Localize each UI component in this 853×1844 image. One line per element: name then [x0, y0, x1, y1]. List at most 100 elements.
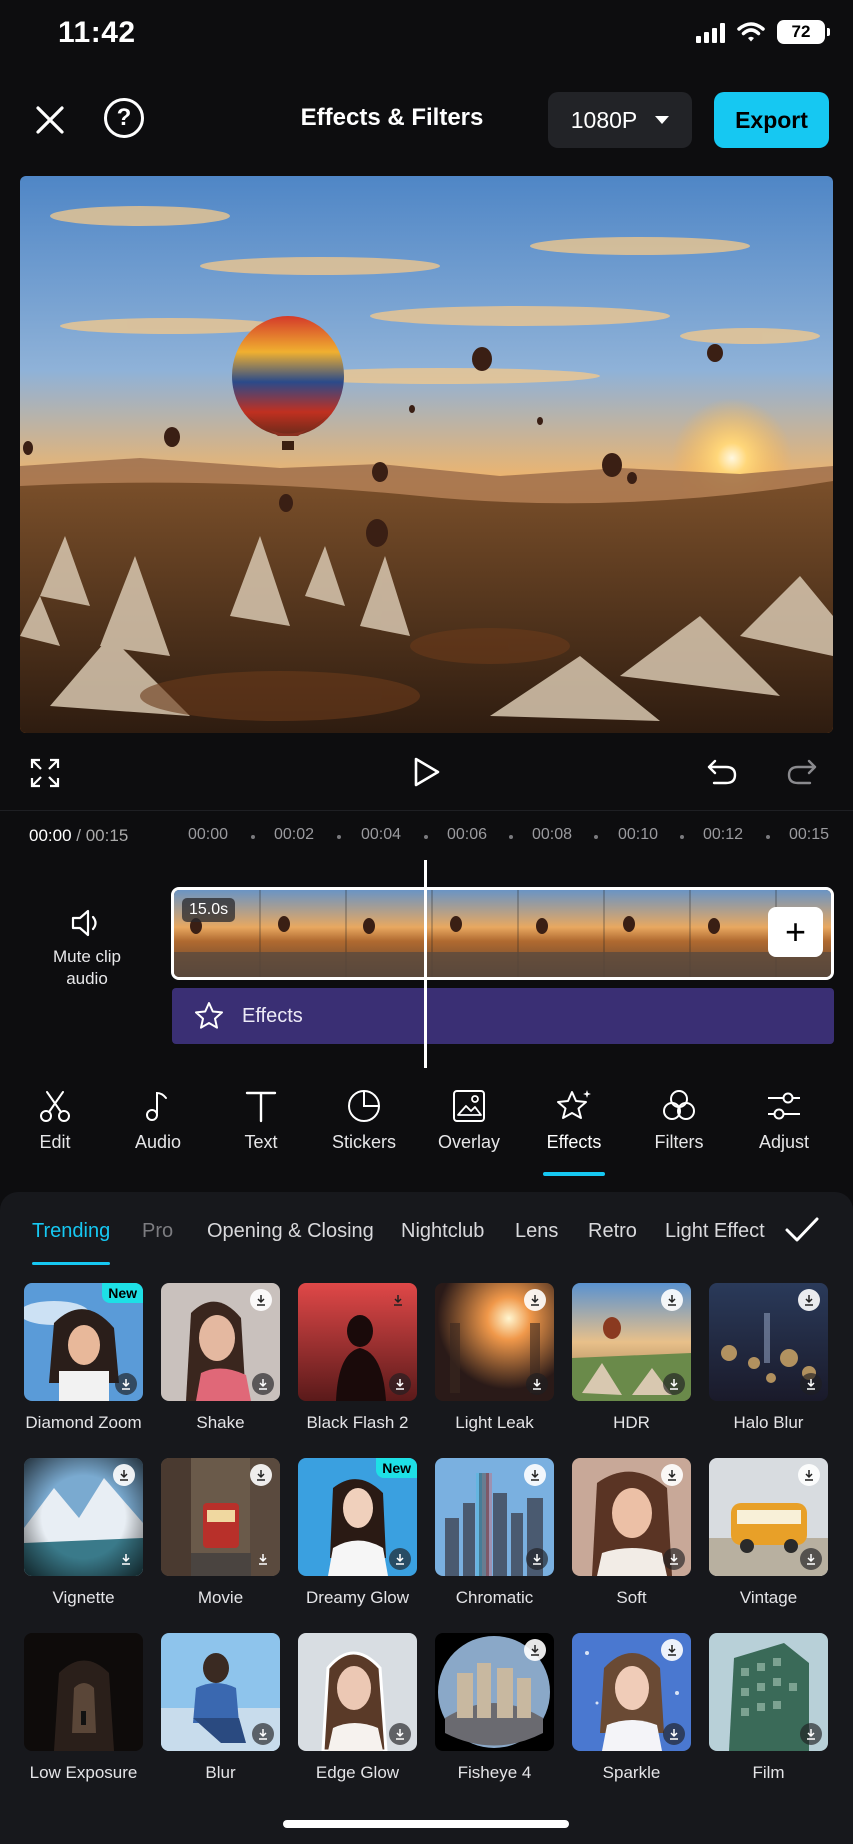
- ruler-dot: [337, 835, 341, 839]
- tab-light-effect[interactable]: Light Effect: [665, 1220, 765, 1243]
- status-bar: 11:42 72: [0, 0, 853, 70]
- download-icon: [252, 1548, 274, 1570]
- download-icon: [800, 1548, 822, 1570]
- download-icon: [663, 1723, 685, 1745]
- sparkle-star-icon: [557, 1090, 591, 1119]
- effect-label: Blur: [205, 1763, 236, 1782]
- effect-label: Vignette: [52, 1588, 115, 1607]
- tool-label: Effects: [546, 1132, 602, 1152]
- redo-icon[interactable]: [786, 757, 818, 787]
- effect-halo-blur[interactable]: Halo Blur: [709, 1283, 828, 1433]
- download-icon: [661, 1639, 683, 1661]
- play-icon[interactable]: [410, 756, 442, 788]
- effect-label: Film: [752, 1763, 785, 1782]
- fullscreen-icon[interactable]: [30, 758, 60, 788]
- effect-blur[interactable]: Blur: [161, 1633, 280, 1783]
- ruler-dot: [251, 835, 255, 839]
- export-button[interactable]: Export: [714, 92, 829, 148]
- tool-overlay[interactable]: Overlay: [419, 1088, 519, 1153]
- tool-label: Adjust: [758, 1132, 810, 1152]
- effect-label: Dreamy Glow: [306, 1588, 409, 1607]
- ruler-dot: [680, 835, 684, 839]
- mute-clip-audio-button[interactable]: Mute clip audio: [40, 908, 134, 990]
- download-icon: [389, 1548, 411, 1570]
- effect-thumbnail: New: [298, 1458, 417, 1576]
- effect-shake[interactable]: Shake: [161, 1283, 280, 1433]
- effect-label: Vintage: [739, 1588, 798, 1607]
- effects-track-label: Effects: [242, 1004, 303, 1027]
- tool-audio[interactable]: Audio: [108, 1088, 208, 1153]
- video-clip-strip[interactable]: 15.0s: [171, 887, 834, 980]
- mute-label: Mute clip audio: [52, 947, 122, 988]
- effect-fisheye-4[interactable]: Fisheye 4: [435, 1633, 554, 1783]
- effect-hdr[interactable]: HDR: [572, 1283, 691, 1433]
- tool-adjust[interactable]: Adjust: [734, 1088, 834, 1153]
- tab-opening-closing[interactable]: Opening & Closing: [207, 1220, 374, 1243]
- download-icon: [252, 1723, 274, 1745]
- effect-edge-glow[interactable]: Edge Glow: [298, 1633, 417, 1783]
- effect-label: HDR: [613, 1413, 650, 1432]
- page-title: Effects & Filters: [300, 104, 484, 131]
- ruler-tick: 00:06: [447, 826, 488, 843]
- effect-black-flash-2[interactable]: Black Flash 2: [298, 1283, 417, 1433]
- effects-track[interactable]: Effects: [172, 988, 834, 1044]
- add-clip-button[interactable]: +: [768, 907, 823, 957]
- help-button[interactable]: ?: [104, 98, 144, 138]
- download-icon: [113, 1464, 135, 1486]
- text-icon: [245, 1091, 277, 1123]
- effect-vignette[interactable]: Vignette: [24, 1458, 143, 1608]
- tool-text[interactable]: Text: [211, 1088, 311, 1153]
- effect-label: Low Exposure: [29, 1763, 138, 1782]
- effect-diamond-zoom[interactable]: New Diamond Zoom: [24, 1283, 143, 1433]
- tool-filters[interactable]: Filters: [629, 1088, 729, 1153]
- filters-circles-icon: [663, 1090, 695, 1120]
- category-tabs: Trending Pro Opening & Closing Nightclub…: [0, 1210, 780, 1260]
- download-icon: [661, 1464, 683, 1486]
- clip-duration: 15.0s: [182, 898, 236, 922]
- tab-pro[interactable]: Pro: [142, 1220, 173, 1243]
- tool-label: Overlay: [437, 1132, 500, 1152]
- close-icon[interactable]: [30, 100, 70, 140]
- effect-soft[interactable]: Soft: [572, 1458, 691, 1608]
- effect-thumbnail: [435, 1283, 554, 1401]
- undo-icon[interactable]: [706, 757, 738, 787]
- confirm-check-icon[interactable]: [784, 1215, 820, 1245]
- effect-dreamy-glow[interactable]: New Dreamy Glow: [298, 1458, 417, 1608]
- effect-film[interactable]: Film: [709, 1633, 828, 1783]
- timeline-ruler[interactable]: 00:00 00:02 00:04 00:06 00:08 00:10 00:1…: [188, 826, 838, 848]
- current-time: 00:00: [29, 826, 72, 845]
- download-icon: [115, 1373, 137, 1395]
- effect-sparkle[interactable]: Sparkle: [572, 1633, 691, 1783]
- tool-label: Text: [244, 1132, 278, 1152]
- effect-movie[interactable]: Movie: [161, 1458, 280, 1608]
- active-tab-indicator: [32, 1262, 110, 1265]
- tool-stickers[interactable]: Stickers: [314, 1088, 414, 1153]
- tab-nightclub[interactable]: Nightclub: [401, 1220, 484, 1243]
- resolution-dropdown[interactable]: 1080P: [548, 92, 692, 148]
- effect-label: Black Flash 2: [306, 1413, 409, 1432]
- effect-chromatic[interactable]: Chromatic: [435, 1458, 554, 1608]
- tab-trending[interactable]: Trending: [32, 1220, 110, 1243]
- ruler-tick: 00:10: [618, 826, 659, 843]
- effect-thumbnail: [435, 1633, 554, 1751]
- video-preview[interactable]: [20, 176, 833, 733]
- playhead[interactable]: [424, 860, 427, 1068]
- home-indicator[interactable]: [283, 1820, 569, 1828]
- effect-vintage[interactable]: Vintage: [709, 1458, 828, 1608]
- tool-edit[interactable]: Edit: [5, 1088, 105, 1153]
- tab-lens[interactable]: Lens: [515, 1220, 558, 1243]
- tab-retro[interactable]: Retro: [588, 1220, 637, 1243]
- effect-thumbnail: [298, 1283, 417, 1401]
- ruler-tick: 00:02: [274, 826, 315, 843]
- effect-thumbnail: [572, 1458, 691, 1576]
- timecode: 00:00 / 00:15: [29, 826, 128, 846]
- tool-effects[interactable]: Effects: [524, 1088, 624, 1153]
- effect-thumbnail: [24, 1633, 143, 1751]
- clip-thumbnails: [174, 890, 831, 977]
- effect-thumbnail: [709, 1633, 828, 1751]
- effect-thumbnail: [161, 1633, 280, 1751]
- effect-low-exposure[interactable]: Low Exposure: [24, 1633, 143, 1783]
- download-icon: [250, 1289, 272, 1311]
- effect-light-leak[interactable]: Light Leak: [435, 1283, 554, 1433]
- download-icon: [524, 1639, 546, 1661]
